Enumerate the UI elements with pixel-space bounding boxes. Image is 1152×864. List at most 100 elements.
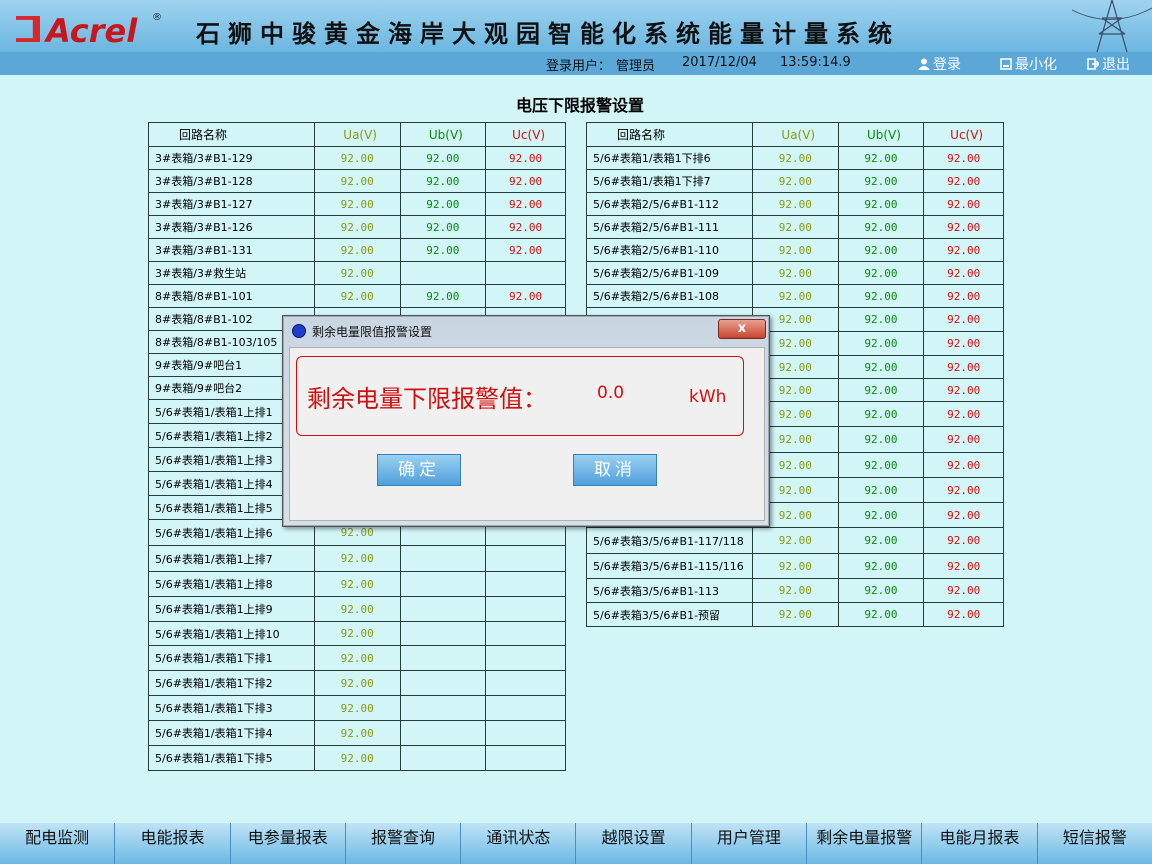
ua-cell[interactable]: 92.00 (751, 553, 839, 579)
uc-cell[interactable]: 92.00 (923, 602, 1004, 627)
ub-cell[interactable] (399, 261, 487, 285)
ub-cell[interactable]: 92.00 (837, 426, 925, 453)
ub-cell[interactable]: 92.00 (837, 477, 925, 503)
ua-cell[interactable]: 92.00 (751, 238, 839, 262)
ub-cell[interactable]: 92.00 (837, 261, 925, 285)
minimize-button[interactable]: 最小化 (1000, 54, 1057, 74)
uc-cell[interactable]: 92.00 (923, 426, 1004, 453)
ub-cell[interactable]: 92.00 (837, 502, 925, 528)
ua-cell[interactable]: 92.00 (751, 261, 839, 285)
uc-cell[interactable]: 92.00 (485, 215, 566, 239)
ub-cell[interactable]: 92.00 (837, 192, 925, 216)
ok-button[interactable]: 确定 (377, 454, 461, 486)
uc-cell[interactable]: 92.00 (923, 331, 1004, 356)
uc-cell[interactable]: 92.00 (923, 378, 1004, 402)
uc-cell[interactable] (485, 670, 566, 696)
ub-cell[interactable]: 92.00 (837, 378, 925, 402)
uc-cell[interactable]: 92.00 (923, 215, 1004, 239)
ub-cell[interactable]: 92.00 (837, 169, 925, 193)
ub-cell[interactable] (399, 621, 487, 646)
uc-cell[interactable] (485, 545, 566, 572)
ua-cell[interactable]: 92.00 (751, 146, 839, 170)
uc-cell[interactable]: 92.00 (485, 169, 566, 193)
cancel-button[interactable]: 取消 (573, 454, 657, 486)
nav-item[interactable]: 电能报表 (115, 823, 231, 864)
uc-cell[interactable] (485, 571, 566, 597)
nav-item[interactable]: 越限设置 (576, 823, 692, 864)
uc-cell[interactable]: 92.00 (485, 284, 566, 308)
ub-cell[interactable] (399, 695, 487, 721)
nav-item[interactable]: 电能月报表 (922, 823, 1038, 864)
ua-cell[interactable]: 92.00 (751, 192, 839, 216)
uc-cell[interactable]: 92.00 (485, 238, 566, 262)
uc-cell[interactable] (485, 695, 566, 721)
ua-cell[interactable]: 92.00 (751, 578, 839, 603)
uc-cell[interactable] (485, 720, 566, 746)
ua-cell[interactable]: 92.00 (313, 695, 401, 721)
ub-cell[interactable] (399, 545, 487, 572)
ua-cell[interactable]: 92.00 (313, 645, 401, 671)
uc-cell[interactable]: 92.00 (485, 192, 566, 216)
uc-cell[interactable]: 92.00 (923, 169, 1004, 193)
ua-cell[interactable]: 92.00 (751, 284, 839, 308)
ub-cell[interactable]: 92.00 (837, 284, 925, 308)
uc-cell[interactable] (485, 261, 566, 285)
ua-cell[interactable]: 92.00 (313, 215, 401, 239)
uc-cell[interactable]: 92.00 (923, 192, 1004, 216)
uc-cell[interactable]: 92.00 (923, 502, 1004, 528)
ub-cell[interactable]: 92.00 (837, 401, 925, 427)
uc-cell[interactable] (485, 596, 566, 622)
ua-cell[interactable]: 92.00 (751, 215, 839, 239)
ub-cell[interactable] (399, 596, 487, 622)
ua-cell[interactable]: 92.00 (313, 169, 401, 193)
nav-item[interactable]: 电参量报表 (231, 823, 346, 864)
uc-cell[interactable]: 92.00 (923, 401, 1004, 427)
alarm-value-input[interactable]: 0.0 (597, 383, 624, 403)
ua-cell[interactable]: 92.00 (313, 745, 401, 771)
ub-cell[interactable]: 92.00 (837, 238, 925, 262)
uc-cell[interactable]: 92.00 (923, 355, 1004, 379)
ua-cell[interactable]: 92.00 (313, 261, 401, 285)
uc-cell[interactable]: 92.00 (923, 477, 1004, 503)
ub-cell[interactable]: 92.00 (399, 284, 487, 308)
uc-cell[interactable]: 92.00 (923, 553, 1004, 579)
ub-cell[interactable]: 92.00 (399, 192, 487, 216)
uc-cell[interactable]: 92.00 (923, 284, 1004, 308)
uc-cell[interactable] (485, 645, 566, 671)
ub-cell[interactable]: 92.00 (837, 578, 925, 603)
uc-cell[interactable]: 92.00 (923, 527, 1004, 554)
uc-cell[interactable] (485, 621, 566, 646)
ub-cell[interactable]: 92.00 (837, 215, 925, 239)
ub-cell[interactable]: 92.00 (837, 307, 925, 332)
uc-cell[interactable]: 92.00 (923, 261, 1004, 285)
ua-cell[interactable]: 92.00 (751, 602, 839, 627)
ub-cell[interactable]: 92.00 (837, 602, 925, 627)
ub-cell[interactable]: 92.00 (399, 238, 487, 262)
ub-cell[interactable]: 92.00 (399, 215, 487, 239)
uc-cell[interactable]: 92.00 (923, 238, 1004, 262)
uc-cell[interactable]: 92.00 (923, 452, 1004, 478)
login-button[interactable]: 登录 (918, 54, 961, 74)
uc-cell[interactable] (485, 745, 566, 771)
uc-cell[interactable]: 92.00 (923, 307, 1004, 332)
ub-cell[interactable]: 92.00 (399, 169, 487, 193)
ua-cell[interactable]: 92.00 (313, 670, 401, 696)
ua-cell[interactable]: 92.00 (751, 527, 839, 554)
ua-cell[interactable]: 92.00 (751, 169, 839, 193)
ub-cell[interactable] (399, 720, 487, 746)
ua-cell[interactable]: 92.00 (313, 571, 401, 597)
ub-cell[interactable]: 92.00 (399, 146, 487, 170)
nav-item[interactable]: 短信报警 (1038, 823, 1152, 864)
ub-cell[interactable] (399, 645, 487, 671)
nav-item[interactable]: 剩余电量报警 (807, 823, 923, 864)
uc-cell[interactable]: 92.00 (923, 146, 1004, 170)
ua-cell[interactable]: 92.00 (313, 720, 401, 746)
nav-item[interactable]: 配电监测 (0, 823, 116, 864)
nav-item[interactable]: 通讯状态 (461, 823, 577, 864)
ua-cell[interactable]: 92.00 (313, 545, 401, 572)
ub-cell[interactable] (399, 670, 487, 696)
exit-button[interactable]: 退出 (1087, 54, 1130, 74)
close-button[interactable]: x (718, 319, 766, 339)
ub-cell[interactable]: 92.00 (837, 331, 925, 356)
ua-cell[interactable]: 92.00 (313, 284, 401, 308)
